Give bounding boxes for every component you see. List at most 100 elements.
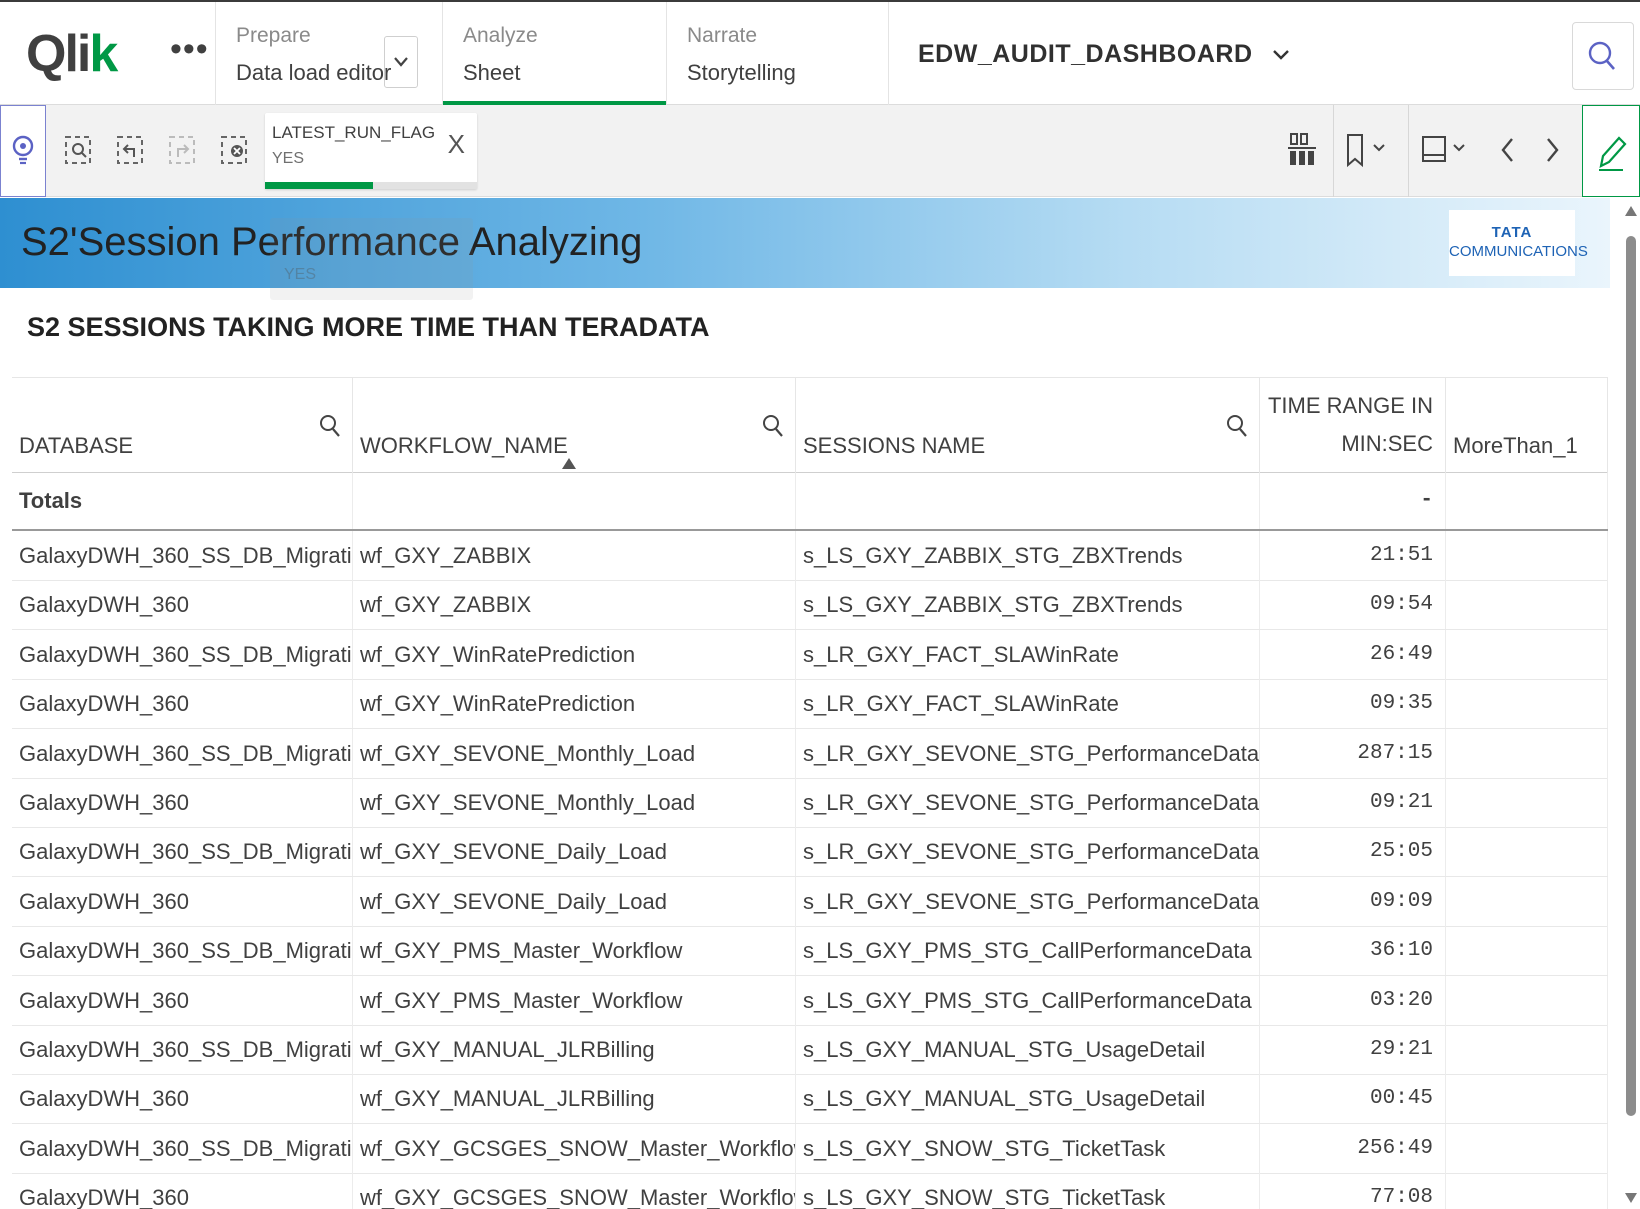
cell-workflow[interactable]: wf_GXY_SEVONE_Monthly_Load: [353, 778, 796, 827]
cell-workflow[interactable]: wf_GXY_PMS_Master_Workflow: [353, 926, 796, 976]
app-title[interactable]: EDW_AUDIT_DASHBOARD: [918, 40, 1294, 69]
nav-narrate[interactable]: Narrate Storytelling: [666, 2, 889, 105]
cell-database[interactable]: GalaxyDWH_360: [12, 679, 353, 729]
cell-workflow[interactable]: wf_GXY_ZABBIX: [353, 580, 796, 630]
cell-time-range[interactable]: 09:35: [1260, 679, 1446, 729]
table-row[interactable]: GalaxyDWH_360_SS_DB_Migration wf_GXY_SEVO…: [12, 728, 1608, 779]
cell-workflow[interactable]: wf_GXY_SEVONE_Daily_Load: [353, 876, 796, 926]
cell-database[interactable]: GalaxyDWH_360_SS_DB_Migration: [12, 1025, 353, 1074]
cell-time-range[interactable]: 25:05: [1260, 827, 1446, 877]
table-row[interactable]: GalaxyDWH_360 wf_GXY_ZABBIX s_LS_GXY_ZABBI…: [12, 580, 1608, 631]
cell-time-range[interactable]: 256:49: [1260, 1123, 1446, 1173]
table-row[interactable]: GalaxyDWH_360 wf_GXY_GCSGES_SNOW_Master_W…: [12, 1173, 1608, 1209]
close-icon[interactable]: X: [448, 129, 465, 160]
cell-session[interactable]: s_LS_GXY_ZABBIX_STG_ZBXTrends: [796, 531, 1260, 580]
table-row[interactable]: GalaxyDWH_360 wf_GXY_PMS_Master_Workflow s…: [12, 975, 1608, 1026]
cell-time-range[interactable]: 77:08: [1260, 1173, 1446, 1209]
cell-time-range[interactable]: 26:49: [1260, 629, 1446, 679]
step-forward-icon[interactable]: [162, 129, 202, 171]
next-icon[interactable]: [1532, 129, 1572, 171]
cell-workflow[interactable]: wf_GXY_MANUAL_JLRBilling: [353, 1025, 796, 1074]
column-header-sessions[interactable]: SESSIONS NAME: [796, 378, 1260, 473]
selection-chip[interactable]: LATEST_RUN_FLAG YES X: [265, 113, 477, 189]
cell-database[interactable]: GalaxyDWH_360_SS_DB_Migration: [12, 827, 353, 877]
cell-workflow[interactable]: wf_GXY_ZABBIX: [353, 531, 796, 580]
cell-database[interactable]: GalaxyDWH_360: [12, 975, 353, 1025]
cell-session[interactable]: s_LR_GXY_SEVONE_STG_PerformanceDataSevOn…: [796, 876, 1260, 926]
step-back-icon[interactable]: [110, 129, 150, 171]
cell-time-range[interactable]: 36:10: [1260, 926, 1446, 976]
table-row[interactable]: GalaxyDWH_360 wf_GXY_MANUAL_JLRBilling s_L…: [12, 1074, 1608, 1125]
cell-database[interactable]: GalaxyDWH_360: [12, 876, 353, 926]
cell-session[interactable]: s_LS_GXY_MANUAL_STG_UsageDetail: [796, 1025, 1260, 1074]
column-header-time-range[interactable]: TIME RANGE IN MIN:SEC: [1260, 378, 1446, 473]
cell-time-range[interactable]: 03:20: [1260, 975, 1446, 1025]
bookmark-icon[interactable]: [1340, 129, 1400, 171]
cell-database[interactable]: GalaxyDWH_360_SS_DB_Migration: [12, 728, 353, 778]
cell-time-range[interactable]: 00:45: [1260, 1074, 1446, 1124]
global-search-button[interactable]: [1572, 22, 1634, 90]
search-icon[interactable]: [318, 412, 342, 440]
cell-time-range[interactable]: 21:51: [1260, 531, 1446, 580]
clear-selections-icon[interactable]: [214, 129, 254, 171]
cell-workflow[interactable]: wf_GXY_SEVONE_Monthly_Load: [353, 728, 796, 778]
cell-database[interactable]: GalaxyDWH_360_SS_DB_Migration: [12, 629, 353, 679]
cell-workflow[interactable]: wf_GXY_GCSGES_SNOW_Master_Workflow: [353, 1123, 796, 1173]
page-scrollbar[interactable]: [1622, 198, 1640, 1209]
cell-workflow[interactable]: wf_GXY_PMS_Master_Workflow: [353, 975, 796, 1025]
table-row[interactable]: GalaxyDWH_360_SS_DB_Migration wf_GXY_WinR…: [12, 629, 1608, 680]
cell-database[interactable]: GalaxyDWH_360_SS_DB_Migration: [12, 531, 353, 580]
scroll-down-arrow[interactable]: [1625, 1193, 1637, 1203]
prev-icon[interactable]: [1488, 129, 1528, 171]
sheets-icon[interactable]: [1418, 129, 1478, 171]
table-row[interactable]: GalaxyDWH_360_SS_DB_Migration wf_GXY_GCSG…: [12, 1123, 1608, 1174]
cell-database[interactable]: GalaxyDWH_360: [12, 580, 353, 630]
cell-database[interactable]: GalaxyDWH_360: [12, 778, 353, 827]
cell-time-range[interactable]: 09:09: [1260, 876, 1446, 926]
edit-sheet-button[interactable]: [1582, 105, 1640, 197]
cell-session[interactable]: s_LR_GXY_SEVONE_STG_PerformanceDataSevOn…: [796, 728, 1260, 778]
table-row[interactable]: GalaxyDWH_360_SS_DB_Migration wf_GXY_MANU…: [12, 1025, 1608, 1075]
scroll-thumb[interactable]: [1626, 236, 1636, 1116]
qlik-logo[interactable]: Qlik: [26, 24, 118, 84]
table-row[interactable]: GalaxyDWH_360 wf_GXY_WinRatePrediction s_L…: [12, 679, 1608, 730]
cell-workflow[interactable]: wf_GXY_MANUAL_JLRBilling: [353, 1074, 796, 1124]
cell-session[interactable]: s_LR_GXY_FACT_SLAWinRate: [796, 629, 1260, 679]
cell-database[interactable]: GalaxyDWH_360: [12, 1173, 353, 1209]
scroll-up-arrow[interactable]: [1625, 206, 1637, 216]
table-row[interactable]: GalaxyDWH_360 wf_GXY_SEVONE_Monthly_Load s…: [12, 778, 1608, 828]
cell-time-range[interactable]: 09:54: [1260, 580, 1446, 630]
cell-workflow[interactable]: wf_GXY_SEVONE_Daily_Load: [353, 827, 796, 877]
cell-workflow[interactable]: wf_GXY_WinRatePrediction: [353, 679, 796, 729]
cell-session[interactable]: s_LS_GXY_SNOW_STG_TicketTask: [796, 1173, 1260, 1209]
cell-session[interactable]: s_LS_GXY_SNOW_STG_TicketTask: [796, 1123, 1260, 1173]
cell-session[interactable]: s_LR_GXY_SEVONE_STG_PerformanceDataSevOn…: [796, 827, 1260, 877]
table-row[interactable]: GalaxyDWH_360 wf_GXY_SEVONE_Daily_Load s_L…: [12, 876, 1608, 927]
prepare-dropdown-button[interactable]: [384, 36, 418, 88]
cell-session[interactable]: s_LS_GXY_ZABBIX_STG_ZBXTrends: [796, 580, 1260, 630]
table-row[interactable]: GalaxyDWH_360_SS_DB_Migration wf_GXY_PMS_…: [12, 926, 1608, 977]
cell-session[interactable]: s_LS_GXY_PMS_STG_CallPerformanceData: [796, 975, 1260, 1025]
cell-session[interactable]: s_LR_GXY_SEVONE_STG_PerformanceDataSevOn…: [796, 778, 1260, 827]
cell-time-range[interactable]: 287:15: [1260, 728, 1446, 778]
column-header-database[interactable]: DATABASE: [12, 378, 353, 473]
cell-time-range[interactable]: 09:21: [1260, 778, 1446, 827]
cell-database[interactable]: GalaxyDWH_360_SS_DB_Migration: [12, 1123, 353, 1173]
cell-session[interactable]: s_LR_GXY_FACT_SLAWinRate: [796, 679, 1260, 729]
search-icon[interactable]: [761, 412, 785, 440]
cell-workflow[interactable]: wf_GXY_GCSGES_SNOW_Master_Workflow: [353, 1173, 796, 1209]
cell-session[interactable]: s_LS_GXY_PMS_STG_CallPerformanceData: [796, 926, 1260, 976]
grid-icon[interactable]: [1282, 129, 1322, 171]
cell-database[interactable]: GalaxyDWH_360: [12, 1074, 353, 1124]
smart-search-icon[interactable]: [58, 129, 98, 171]
cell-session[interactable]: s_LS_GXY_MANUAL_STG_UsageDetail: [796, 1074, 1260, 1124]
table-row[interactable]: GalaxyDWH_360_SS_DB_Migration wf_GXY_SEVO…: [12, 827, 1608, 878]
nav-analyze[interactable]: Analyze Sheet: [442, 2, 667, 105]
search-icon[interactable]: [1225, 412, 1249, 440]
cell-database[interactable]: GalaxyDWH_360_SS_DB_Migration: [12, 926, 353, 976]
insight-advisor-button[interactable]: [0, 105, 46, 197]
table-row[interactable]: GalaxyDWH_360_SS_DB_Migration wf_GXY_ZABB…: [12, 531, 1608, 581]
cell-workflow[interactable]: wf_GXY_WinRatePrediction: [353, 629, 796, 679]
cell-time-range[interactable]: 29:21: [1260, 1025, 1446, 1074]
more-icon[interactable]: •••: [170, 30, 209, 69]
